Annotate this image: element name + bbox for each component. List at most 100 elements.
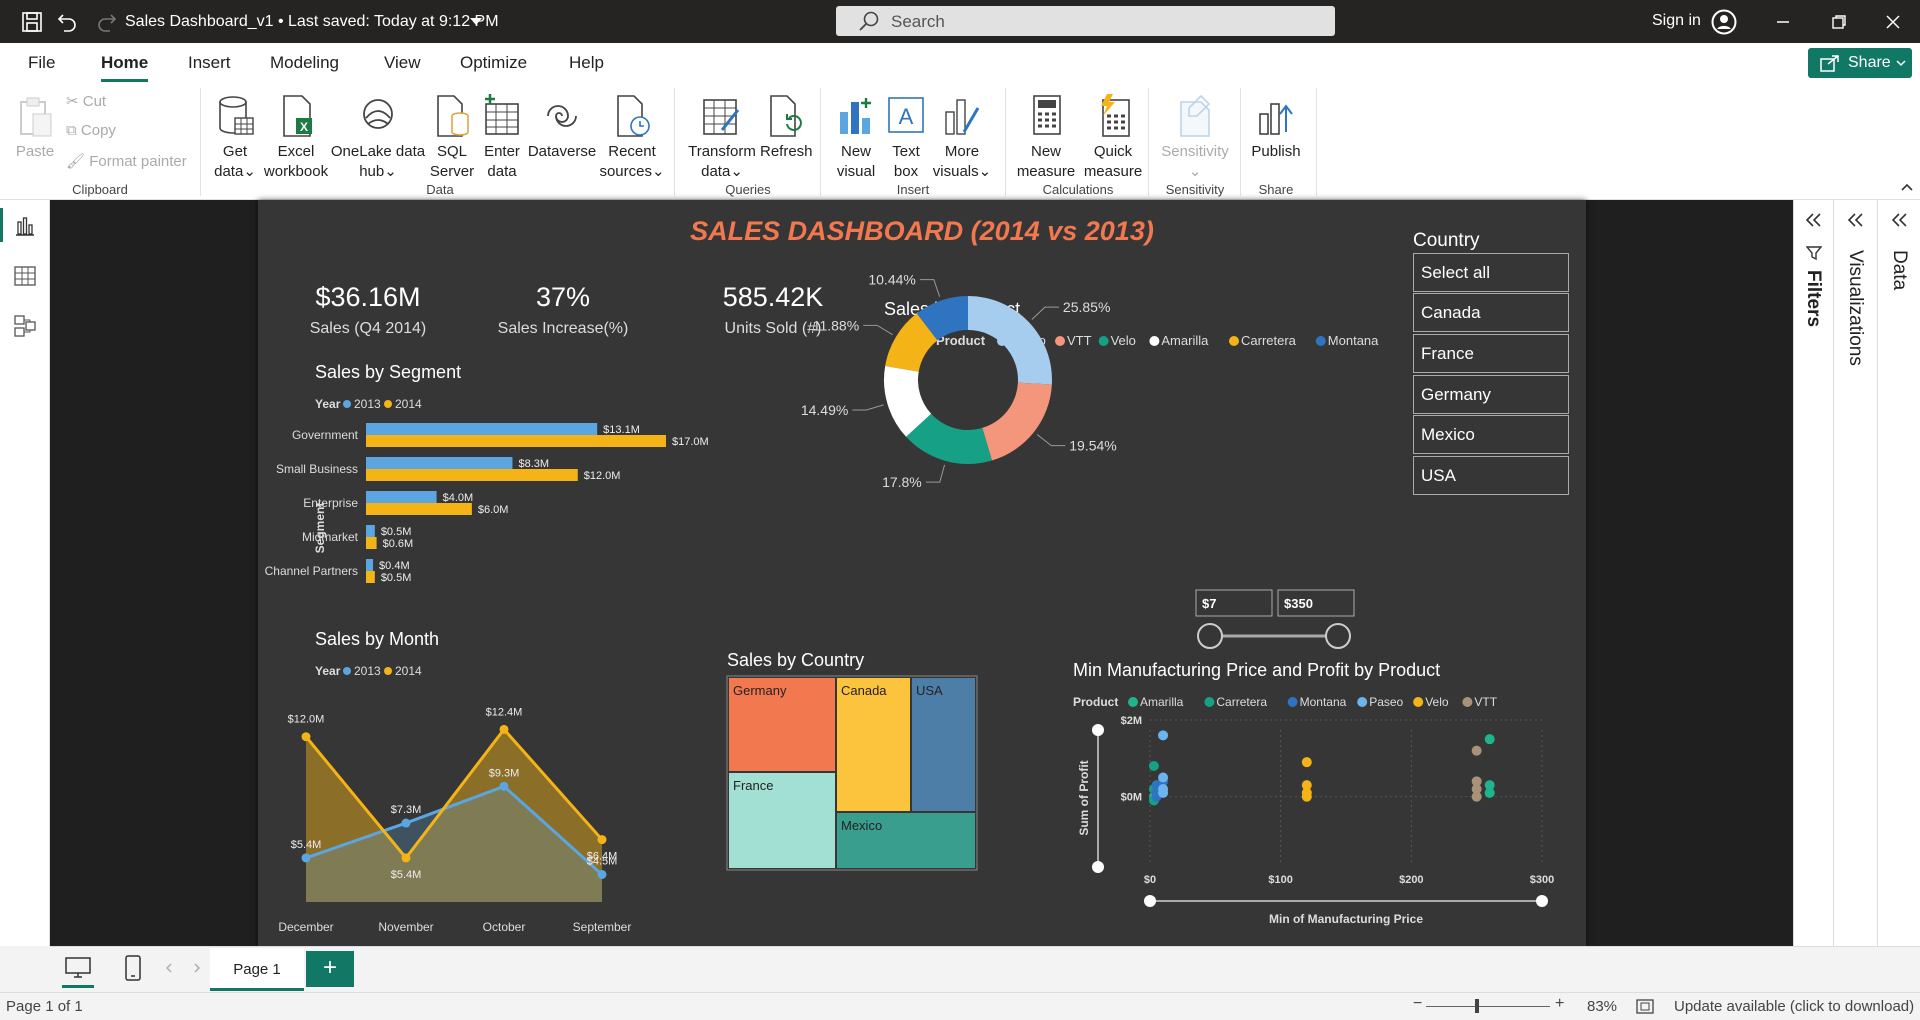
more-visuals-button[interactable]: More visuals⌄ [930, 94, 994, 182]
paste-button[interactable]: Paste [14, 94, 56, 162]
scatter-legend-label: Paseo [1369, 695, 1403, 709]
month-point-2014 [401, 853, 411, 863]
text-box-button[interactable]: A Text box [882, 94, 930, 182]
x-range-handle-left[interactable] [1144, 895, 1156, 907]
tab-insert[interactable]: Insert [188, 53, 231, 73]
x-range-handle-right[interactable] [1536, 895, 1548, 907]
slicer-item-canada[interactable]: Canada [1413, 293, 1569, 332]
segment-data-label: $4.0M [443, 492, 474, 504]
month-data-label: $5.4M [291, 839, 322, 851]
view-switcher [0, 200, 50, 946]
share-button[interactable]: Share [1808, 48, 1912, 78]
price-range-handle-max[interactable] [1325, 623, 1351, 649]
save-icon[interactable] [20, 10, 44, 34]
add-page-button[interactable]: + [306, 951, 354, 987]
page-tab-page-1[interactable]: Page 1 [210, 948, 304, 991]
data-pane[interactable]: Data [1877, 200, 1920, 946]
page-count: Page 1 of 1 [6, 998, 83, 1015]
zoom-slider-thumb[interactable] [1475, 999, 1479, 1013]
enter-data-button[interactable]: Enter data [478, 94, 526, 182]
undo-icon[interactable] [55, 10, 79, 34]
expand-filters-icon[interactable] [1804, 212, 1822, 228]
tab-view[interactable]: View [384, 53, 421, 73]
expand-data-icon[interactable] [1890, 212, 1908, 228]
report-page: SALES DASHBOARD (2014 vs 2013) $36.16M S… [258, 200, 1586, 946]
more-visuals-label-2: visuals [932, 163, 979, 180]
account-icon[interactable] [1711, 9, 1737, 35]
zoom-slider[interactable] [1426, 1006, 1550, 1007]
filters-pane[interactable]: Filters [1793, 200, 1833, 946]
table-view-icon[interactable] [13, 264, 37, 288]
desktop-layout-icon[interactable] [65, 957, 91, 979]
previous-page-icon[interactable] [165, 963, 173, 973]
redo-icon[interactable] [95, 10, 119, 34]
onelake-hub-button[interactable]: OneLake data hub⌄ [330, 94, 426, 182]
new-visual-button[interactable]: New visual [830, 94, 882, 182]
cut-button[interactable]: ✂ Cut [66, 92, 106, 110]
scatter-point-amarilla [1484, 787, 1495, 798]
y-range-handle-bottom[interactable] [1092, 861, 1104, 873]
segment-data-label: $12.0M [584, 470, 621, 482]
sign-in-link[interactable]: Sign in [1652, 12, 1701, 30]
product-legend-dot [1229, 336, 1239, 346]
scatter-legend-dot [1204, 697, 1215, 707]
dataverse-button[interactable]: Dataverse [526, 94, 598, 162]
legend-dot-2014 [384, 667, 392, 675]
minimize-icon[interactable] [1775, 14, 1791, 30]
restore-icon[interactable] [1831, 14, 1847, 30]
recent-sources-button[interactable]: Recent sources⌄ [598, 94, 666, 182]
slicer-item-germany[interactable]: Germany [1413, 375, 1569, 414]
sensitivity-button[interactable]: Sensitivity ⌄ [1156, 94, 1234, 182]
publish-button[interactable]: Publish [1248, 94, 1304, 162]
tab-file[interactable]: File [28, 53, 55, 73]
zoom-out-button[interactable]: − [1413, 995, 1422, 1013]
refresh-button[interactable]: Refresh [760, 94, 813, 162]
tab-home[interactable]: Home [101, 53, 149, 82]
copy-button[interactable]: ⧉ Copy [66, 122, 116, 139]
price-range-handle-min[interactable] [1197, 623, 1223, 649]
model-view-icon[interactable] [13, 314, 37, 338]
slicer-item-mexico[interactable]: Mexico [1413, 415, 1569, 454]
slicer-item-france[interactable]: France [1413, 334, 1569, 373]
segment-legend-title: Year [315, 397, 341, 411]
group-label-sensitivity: Sensitivity [1165, 182, 1225, 197]
close-icon[interactable] [1885, 14, 1901, 30]
dataverse-icon [547, 105, 577, 127]
scatter-legend-label: Amarilla [1140, 695, 1184, 709]
mobile-layout-icon[interactable] [125, 955, 141, 981]
visualizations-pane[interactable]: Visualizations [1833, 200, 1877, 946]
chevron-down-icon[interactable] [470, 18, 482, 26]
next-page-icon[interactable] [193, 963, 201, 973]
status-bar: Page 1 of 1 − + 83% Update available (cl… [0, 992, 1920, 1020]
y-range-handle-top[interactable] [1092, 724, 1104, 736]
transform-data-button[interactable]: Transform data⌄ [684, 94, 760, 182]
collapse-ribbon-icon[interactable] [1900, 182, 1914, 192]
get-data-button[interactable]: Get data⌄ [208, 94, 262, 182]
ribbon: Paste ✂ Cut ⧉ Copy 🖌 Format painter Clip… [0, 84, 1920, 200]
update-available-link[interactable]: Update available (click to download) [1674, 998, 1914, 1015]
enter-data-label-1: Enter [484, 143, 520, 160]
report-view-icon[interactable] [13, 214, 37, 238]
quick-measure-button[interactable]: Quick measure [1078, 94, 1148, 182]
get-data-label-2: data [214, 163, 244, 180]
new-measure-button[interactable]: New measure [1014, 94, 1078, 182]
slicer-item-usa[interactable]: USA [1413, 456, 1569, 495]
product-data-label: 11.88% [813, 317, 859, 333]
zoom-in-button[interactable]: + [1555, 995, 1564, 1013]
expand-visualizations-icon[interactable] [1846, 212, 1864, 228]
enter-data-label-2: data [487, 163, 517, 180]
product-legend-label: Amarilla [1161, 333, 1209, 348]
month-data-label: $7.3M [391, 804, 422, 816]
search-input[interactable]: Search [836, 6, 1335, 36]
tab-optimize[interactable]: Optimize [460, 53, 527, 73]
fit-to-page-icon[interactable] [1636, 999, 1654, 1014]
new-visual-label-1: New [840, 143, 871, 160]
sensitivity-label: Sensitivity [1161, 143, 1229, 160]
excel-workbook-button[interactable]: X Excel workbook [262, 94, 330, 182]
format-painter-button[interactable]: 🖌 Format painter [66, 152, 187, 170]
tab-help[interactable]: Help [569, 53, 604, 73]
sql-server-button[interactable]: SQL Server [426, 94, 478, 182]
slicer-item-select-all[interactable]: Select all [1413, 253, 1569, 292]
country-chart-title: Sales by Country [727, 650, 864, 670]
tab-modeling[interactable]: Modeling [270, 53, 339, 73]
